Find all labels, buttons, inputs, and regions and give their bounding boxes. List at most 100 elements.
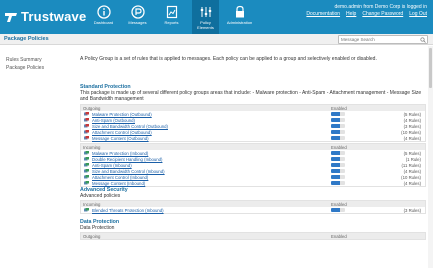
policy-link[interactable]: Message Content (Outbound) (92, 136, 149, 141)
policy-link[interactable]: Size and Bandwidth Control (Inbound) (92, 169, 165, 174)
policy-group-icon (84, 151, 89, 155)
section-data-protection: Data Protection Data Protection (80, 219, 426, 231)
enabled-toggle[interactable] (331, 112, 345, 116)
lock-icon (235, 5, 244, 18)
documentation-link[interactable]: Documentation (306, 11, 340, 18)
policy-link[interactable]: Message Content (Inbound) (92, 181, 145, 186)
nav-reports-label: Reports (164, 20, 179, 25)
section-description: This package is made up of several diffe… (80, 90, 422, 102)
enabled-toggle[interactable] (331, 169, 345, 173)
enabled-toggle[interactable] (331, 208, 345, 212)
enabled-toggle[interactable] (331, 124, 345, 128)
rule-count: (5 Rules) (403, 150, 421, 156)
rule-count: (3 Rules) (403, 207, 421, 213)
enabled-toggle[interactable] (331, 130, 345, 134)
policy-link[interactable]: Anti-Spam (Outbound) (92, 118, 135, 123)
enabled-header: Enabled (331, 201, 347, 207)
message-search-input[interactable] (339, 36, 419, 43)
policy-group-icon (84, 175, 89, 179)
page-title: Package Policies (4, 36, 49, 42)
policy-group-icon (84, 163, 89, 167)
change-password-link[interactable]: Change Password (362, 11, 403, 18)
policy-link[interactable]: Blended Threats Protection (Inbound) (92, 208, 164, 213)
enabled-toggle[interactable] (331, 136, 345, 140)
policy-link[interactable]: Double Recipient Handling (Inbound) (92, 157, 162, 162)
policy-link[interactable]: Anti-Spam (Inbound) (92, 163, 132, 168)
enabled-toggle[interactable] (331, 151, 345, 155)
sidebar-item-rules-summary[interactable]: Rules Summary (6, 56, 72, 64)
incoming-header: Incoming (83, 144, 101, 150)
table-row: Message Content (Outbound) (4 Rules) (81, 135, 425, 141)
app-name: Trustwave (21, 9, 87, 24)
enabled-header: Enabled (331, 233, 347, 239)
logout-link[interactable]: Log Out (409, 11, 427, 18)
policy-group-icon (84, 130, 89, 134)
incoming-header: Incoming (83, 201, 101, 207)
rule-count: (3 Rules) (403, 123, 421, 129)
message-search (338, 35, 428, 44)
outgoing-rules-table: Outgoing Enabled Malware Protection (Out… (80, 104, 426, 142)
policy-link[interactable]: Attachment Control (Inbound) (92, 175, 148, 180)
policy-group-icon (84, 118, 89, 122)
advanced-rules-table: Incoming Enabled Blended Threats Protect… (80, 200, 426, 214)
section-standard-protection: Standard Protection This package is made… (80, 84, 426, 102)
policy-group-icon (84, 169, 89, 173)
section-description: Data Protection (80, 225, 115, 231)
outgoing-header: Outgoing (83, 105, 101, 111)
enabled-header: Enabled (331, 105, 347, 111)
info-icon (96, 5, 111, 19)
rule-count: (4 Rules) (403, 180, 421, 186)
sidebar-item-package-policies[interactable]: Package Policies (6, 64, 72, 72)
nav-policy-elements[interactable]: Policy Elements (192, 0, 219, 34)
enabled-toggle[interactable] (331, 175, 345, 179)
rule-count: (10 Rules) (401, 174, 421, 180)
table-row: Blended Threats Protection (Inbound) (3 … (81, 207, 425, 213)
policy-link[interactable]: Attachment Control (Outbound) (92, 130, 152, 135)
section-advanced-security: Advanced Security Advanced policies (80, 187, 426, 199)
policy-group-icon (84, 136, 89, 140)
search-icon[interactable] (420, 37, 426, 43)
enabled-header: Enabled (331, 144, 347, 150)
enabled-toggle[interactable] (331, 181, 345, 185)
table-row: Message Content (Inbound) (4 Rules) (81, 180, 425, 186)
policy-group-icon (84, 157, 89, 161)
rule-count: (10 Rules) (401, 129, 421, 135)
policy-group-icon (84, 181, 89, 185)
rule-count: (11 Rules) (401, 162, 421, 168)
enabled-toggle[interactable] (331, 163, 345, 167)
policy-link[interactable]: Size and Bandwidth Control (Outbound) (92, 124, 168, 129)
policy-link[interactable]: Malware Protection (Outbound) (92, 112, 152, 117)
policy-link[interactable]: Malware Protection (Inbound) (92, 151, 148, 156)
scrollbar-thumb[interactable] (429, 48, 432, 88)
nav-policy-elements-label: Policy Elements (197, 20, 214, 30)
trustwave-logo-icon (5, 12, 17, 22)
rule-count: (4 Rules) (403, 135, 421, 141)
table-header: Outgoing Enabled (81, 233, 425, 239)
rule-count: (5 Rules) (403, 111, 421, 117)
section-description: Advanced policies (80, 193, 121, 199)
app-logo[interactable]: Trustwave (4, 9, 86, 24)
policy-group-icon (84, 124, 89, 128)
user-info: demo.admin from Demo Corp is logged in D… (306, 4, 427, 18)
nav-messages[interactable]: Messages (124, 0, 151, 34)
enabled-toggle[interactable] (331, 157, 345, 161)
data-protection-table: Outgoing Enabled (80, 232, 426, 240)
rule-count: (4 Rules) (403, 168, 421, 174)
policy-group-icon (84, 208, 89, 212)
sub-bar: Package Policies (0, 34, 433, 45)
nav-messages-label: Messages (128, 20, 147, 25)
help-link[interactable]: Help (346, 11, 356, 18)
intro-text: A Policy Group is a set of rules that is… (80, 56, 377, 62)
outgoing-header: Outgoing (83, 233, 101, 239)
main-content: A Policy Group is a set of rules that is… (80, 56, 426, 62)
nav-reports[interactable]: Reports (158, 0, 185, 34)
policy-group-icon (84, 112, 89, 116)
nav-administration-label: Administration (226, 20, 253, 25)
rule-count: (1 Rule) (405, 156, 421, 162)
logged-in-text: demo.admin from Demo Corp is logged in (334, 4, 427, 10)
reports-icon (166, 5, 177, 19)
nav-dashboard-label: Dashboard (93, 20, 114, 25)
nav-administration[interactable]: Administration (226, 0, 253, 34)
nav-dashboard[interactable]: Dashboard (90, 0, 117, 34)
enabled-toggle[interactable] (331, 118, 345, 122)
